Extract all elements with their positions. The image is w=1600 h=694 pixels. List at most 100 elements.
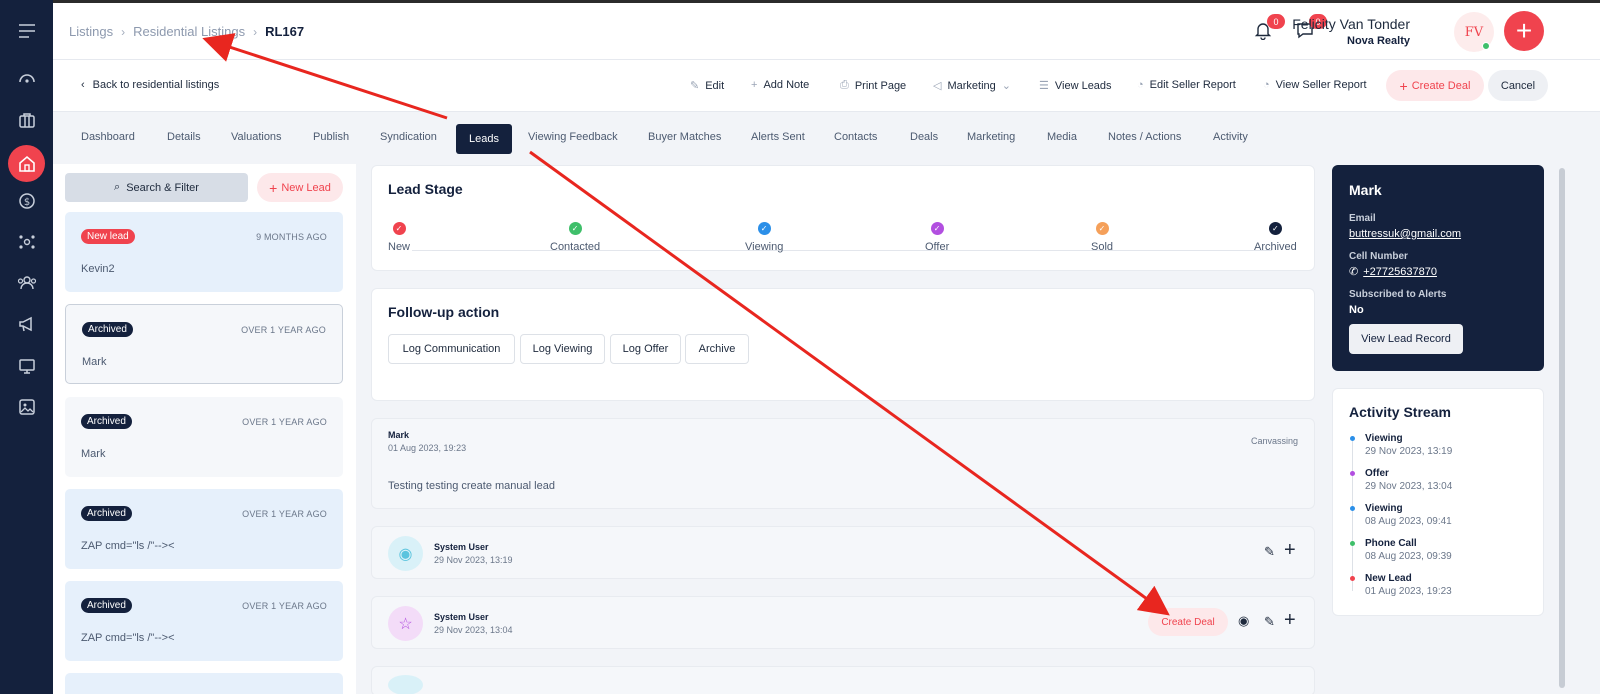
plus-icon[interactable]: +	[1284, 539, 1296, 562]
tab-viewing-feedback[interactable]: Viewing Feedback	[528, 131, 618, 143]
new-lead-button[interactable]: + New Lead	[257, 173, 343, 202]
contacts-icon[interactable]	[13, 269, 40, 296]
breadcrumb-listings[interactable]: Listings	[69, 24, 113, 39]
add-note-button[interactable]: + Add Note	[751, 79, 809, 91]
timeline-dot	[1350, 506, 1355, 511]
notifications-badge: 0	[1267, 14, 1285, 29]
activity-row: ☆ System User 29 Nov 2023, 13:04 Create …	[371, 596, 1315, 649]
breadcrumb: Listings › Residential Listings › RL167	[69, 24, 304, 39]
pencil-icon[interactable]: ✎	[1264, 544, 1275, 560]
dashboard-icon[interactable]	[13, 64, 40, 91]
archive-button[interactable]: Archive	[685, 334, 749, 364]
view-leads-label: View Leads	[1054, 79, 1112, 92]
stream-item-time: 01 Aug 2023, 19:23	[1365, 586, 1452, 597]
stage-new[interactable]: ✓ New	[388, 222, 410, 253]
user-organization: Nova Realty	[1347, 35, 1410, 47]
lead-list-item[interactable]: New lead 9 MONTHS AGO Kevin2	[65, 212, 343, 292]
lead-status-tag: New lead	[81, 229, 135, 244]
tab-valuations[interactable]: Valuations	[231, 131, 282, 143]
stage-archived[interactable]: ✓ Archived	[1254, 222, 1297, 253]
eye-icon: ◉	[388, 536, 423, 571]
stage-viewing[interactable]: ✓ Viewing	[745, 222, 783, 253]
page-scrollbar[interactable]	[1557, 164, 1567, 694]
tab-buyer-matches[interactable]: Buyer Matches	[648, 131, 721, 143]
stream-item-time: 08 Aug 2023, 09:39	[1365, 551, 1452, 562]
lead-list-item[interactable]: Archived OVER 1 YEAR AGO ZAP cmd="ls /"-…	[65, 581, 343, 661]
tab-syndication[interactable]: Syndication	[380, 131, 437, 143]
listings-home-icon[interactable]	[8, 145, 45, 182]
pencil-icon[interactable]: ✎	[1264, 614, 1275, 630]
stage-label: Sold	[1091, 241, 1114, 253]
menu-icon[interactable]	[13, 17, 40, 44]
note-body: Testing testing create manual lead	[388, 480, 555, 492]
chart-icon: ◔	[1263, 79, 1270, 91]
add-note-label: Add Note	[763, 79, 810, 91]
cell-number-link[interactable]: +27725637870	[1363, 266, 1437, 278]
print-page-button[interactable]: ⎙ Print Page	[840, 79, 906, 92]
breadcrumb-current: RL167	[265, 24, 305, 39]
cell-number[interactable]: ✆ +27725637870	[1349, 265, 1437, 278]
activity-user: System User	[434, 542, 489, 552]
create-deal-from-offer-button[interactable]: Create Deal	[1148, 608, 1228, 636]
plus-icon[interactable]: +	[1284, 609, 1296, 632]
online-status-dot	[1482, 42, 1490, 50]
tab-leads[interactable]: Leads	[456, 124, 512, 154]
stream-item-label: Viewing	[1365, 433, 1403, 444]
eye-icon[interactable]: ◉	[1238, 613, 1249, 629]
scrollbar-thumb[interactable]	[1559, 168, 1565, 688]
activity-stream-title: Activity Stream	[1349, 404, 1451, 420]
view-seller-report-button[interactable]: ◔ View Seller Report	[1263, 79, 1367, 91]
tab-details[interactable]: Details	[167, 131, 201, 143]
log-viewing-button[interactable]: Log Viewing	[520, 334, 605, 364]
network-icon[interactable]	[13, 228, 40, 255]
tab-dashboard[interactable]: Dashboard	[81, 131, 135, 143]
email-link[interactable]: buttressuk@gmail.com	[1349, 228, 1461, 240]
alerts-value: No	[1349, 304, 1364, 316]
create-deal-button[interactable]: + Create Deal	[1386, 70, 1484, 101]
tab-contacts[interactable]: Contacts	[834, 131, 877, 143]
log-offer-button[interactable]: Log Offer	[610, 334, 681, 364]
back-to-listings-link[interactable]: ‹ Back to residential listings	[81, 79, 219, 91]
cancel-button[interactable]: Cancel	[1488, 70, 1548, 101]
stage-sold[interactable]: ✓ Sold	[1091, 222, 1113, 253]
lead-list-item[interactable]	[65, 673, 343, 694]
tab-alerts-sent[interactable]: Alerts Sent	[751, 131, 805, 143]
view-lead-record-button[interactable]: View Lead Record	[1349, 324, 1463, 354]
marketing-dropdown[interactable]: ◁ Marketing ⌄	[933, 79, 1011, 93]
lead-list-item[interactable]: Archived OVER 1 YEAR AGO Mark	[65, 397, 343, 477]
image-icon[interactable]	[13, 393, 40, 420]
alerts-label: Subscribed to Alerts	[1349, 289, 1447, 300]
quick-add-button[interactable]: +	[1504, 11, 1544, 51]
activity-row: ◉ System User 29 Nov 2023, 13:19 ✎ +	[371, 526, 1315, 579]
check-icon: ✓	[392, 222, 406, 235]
search-filter-button[interactable]: ⌕ Search & Filter	[65, 173, 248, 202]
tab-publish[interactable]: Publish	[313, 131, 349, 143]
tab-activity[interactable]: Activity	[1213, 131, 1248, 143]
lead-list-item[interactable]: Archived OVER 1 YEAR AGO Mark	[65, 304, 343, 384]
edit-seller-report-label: Edit Seller Report	[1149, 79, 1236, 91]
lead-time: OVER 1 YEAR AGO	[241, 325, 326, 335]
stage-track	[412, 250, 1272, 251]
bell-icon[interactable]: 0	[1253, 14, 1285, 42]
edit-button[interactable]: ✎ Edit	[690, 79, 724, 93]
activity-row	[371, 666, 1315, 694]
tab-notes-actions[interactable]: Notes / Actions	[1108, 131, 1181, 143]
megaphone-icon[interactable]	[13, 310, 40, 337]
new-lead-label: New Lead	[281, 181, 331, 194]
lead-list-item[interactable]: Archived OVER 1 YEAR AGO ZAP cmd="ls /"-…	[65, 489, 343, 569]
monitor-icon[interactable]	[13, 352, 40, 379]
edit-seller-report-button[interactable]: ◔ Edit Seller Report	[1137, 79, 1236, 91]
lead-time: 9 MONTHS AGO	[256, 232, 327, 242]
breadcrumb-residential-listings[interactable]: Residential Listings	[133, 24, 245, 39]
tab-marketing[interactable]: Marketing	[967, 131, 1015, 143]
tab-media[interactable]: Media	[1047, 131, 1077, 143]
money-icon[interactable]: $	[13, 187, 40, 214]
activity-user: System User	[434, 612, 489, 622]
stage-contacted[interactable]: ✓ Contacted	[550, 222, 600, 253]
briefcase-icon[interactable]	[13, 106, 40, 133]
lead-info-name: Mark	[1349, 182, 1382, 198]
log-communication-button[interactable]: Log Communication	[388, 334, 515, 364]
stage-offer[interactable]: ✓ Offer	[925, 222, 949, 253]
tab-deals[interactable]: Deals	[910, 131, 938, 143]
view-leads-button[interactable]: ☰ View Leads	[1039, 79, 1112, 93]
